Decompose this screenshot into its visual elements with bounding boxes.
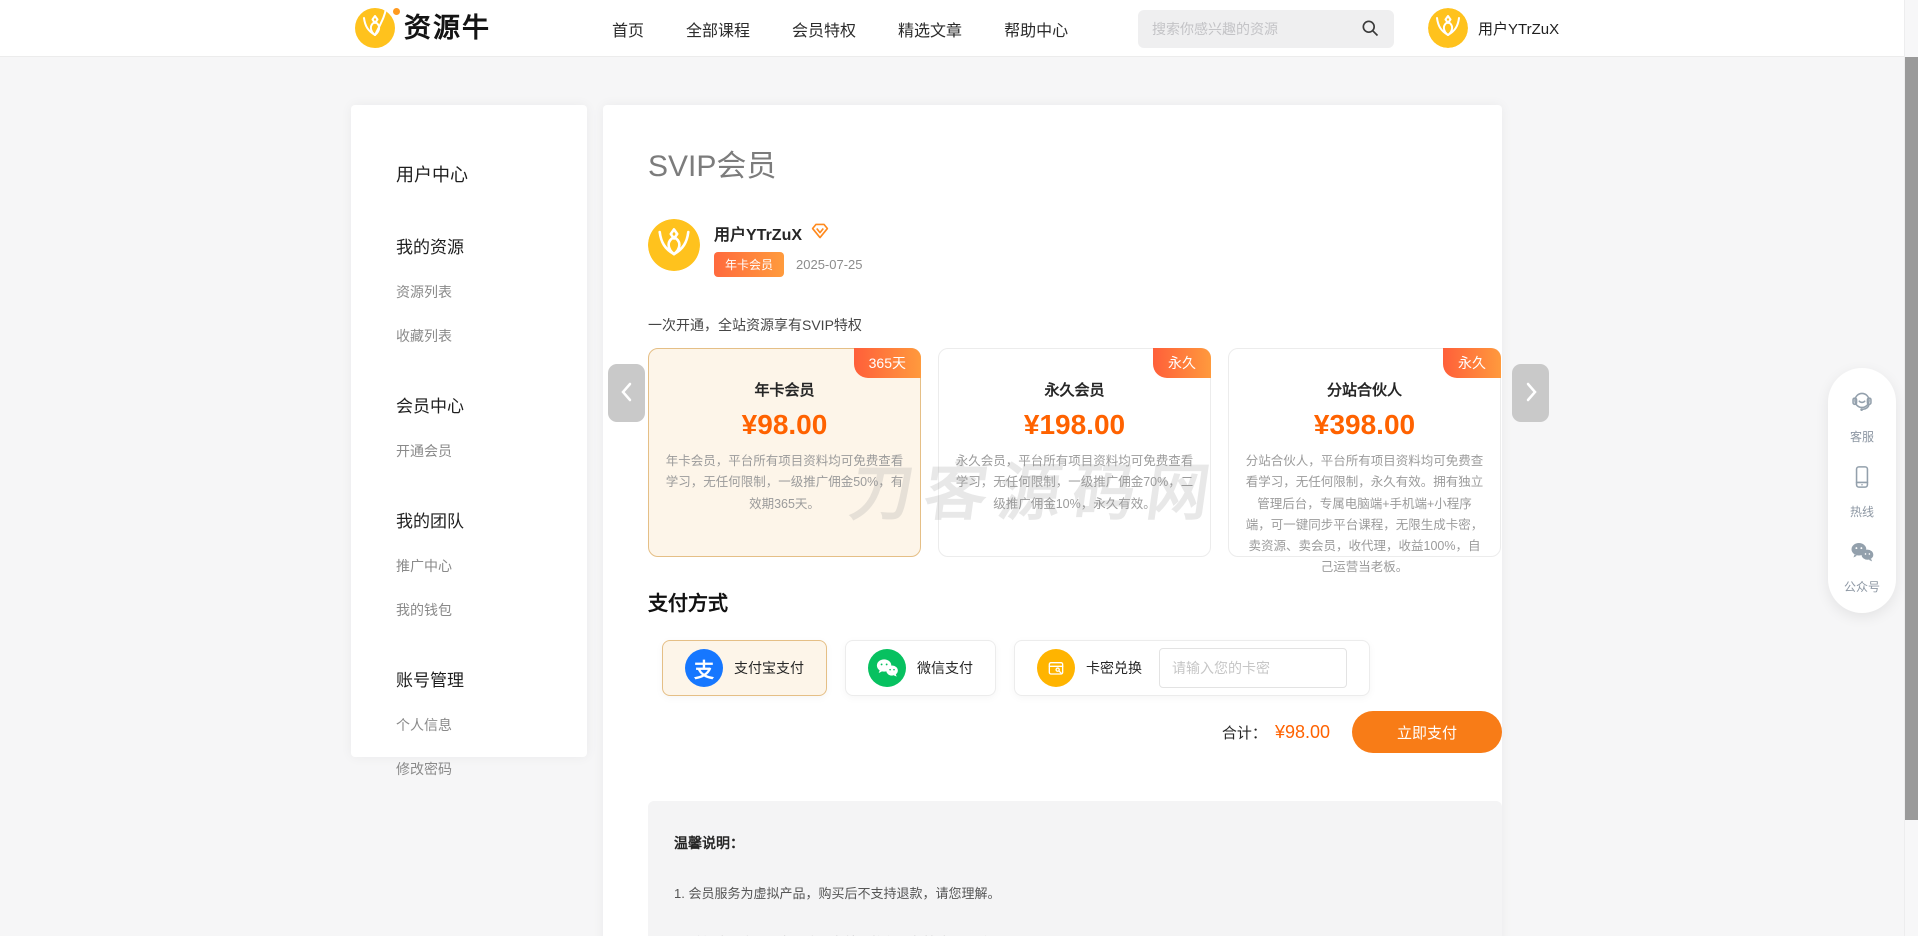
cardkey-icon <box>1037 649 1075 687</box>
member-level-badge: 年卡会员 <box>714 252 784 277</box>
member-name: 用户YTrZuX <box>714 221 802 245</box>
logo-text: 资源牛 <box>404 8 491 48</box>
plan-card-annual[interactable]: 365天 年卡会员 ¥98.00 年卡会员，平台所有项目资料均可免费查看学习，无… <box>648 348 921 557</box>
chevron-right-icon <box>1523 380 1539 407</box>
sidebar-section-title-member-center: 会员中心 <box>396 392 587 417</box>
plan-desc: 永久会员，平台所有项目资料均可免费查看学习，无任何限制，一级推广佣金70%，二级… <box>955 451 1194 515</box>
carousel-prev-button[interactable] <box>608 364 645 422</box>
sidebar-section-member-center: 会员中心 开通会员 <box>396 392 587 461</box>
plan-desc: 年卡会员，平台所有项目资料均可免费查看学习，无任何限制，一级推广佣金50%，有效… <box>665 451 904 515</box>
plan-name: 永久会员 <box>939 379 1210 400</box>
plan-name: 年卡会员 <box>649 379 920 400</box>
total-value: ¥98.00 <box>1275 722 1330 743</box>
sidebar: 用户中心 我的资源 资源列表 收藏列表 会员中心 开通会员 我的团队 推广中心 … <box>351 105 587 757</box>
page-title: SVIP会员 <box>648 141 1502 185</box>
header-user[interactable]: 用户YTrZuX <box>1428 8 1559 48</box>
user-avatar-icon <box>1428 8 1468 48</box>
sidebar-section-my-resources: 我的资源 资源列表 收藏列表 <box>396 233 587 346</box>
search-button[interactable] <box>1346 10 1394 48</box>
svip-slogan: 一次开通，全站资源享有SVIP特权 <box>648 315 1502 335</box>
site-logo[interactable]: 资源牛 <box>355 8 491 48</box>
carousel-next-button[interactable] <box>1512 364 1549 422</box>
nav-item-featured-articles[interactable]: 精选文章 <box>898 17 962 41</box>
scrollbar-track <box>1904 0 1918 936</box>
payment-methods: 支 支付宝支付 微信支付 <box>662 640 1502 696</box>
plan-tag: 永久 <box>1153 348 1211 378</box>
hotline-phone-icon <box>1848 463 1876 496</box>
notes-title: 温馨说明： <box>674 833 1476 853</box>
plan-price: ¥98.00 <box>649 409 920 441</box>
plan-card-partner[interactable]: 永久 分站合伙人 ¥398.00 分站合伙人，平台所有项目资料均可免费查看学习，… <box>1228 348 1501 557</box>
nav-item-help-center[interactable]: 帮助中心 <box>1004 17 1068 41</box>
sidebar-item-profile[interactable]: 个人信息 <box>396 715 587 735</box>
scrollbar-thumb[interactable] <box>1905 57 1918 820</box>
search-input[interactable] <box>1138 21 1346 37</box>
payment-title: 支付方式 <box>648 587 1502 616</box>
sidebar-section-title-account: 账号管理 <box>396 666 587 691</box>
note-item: 2. 重复购买会员服务，会员有效期将在原有基础上顺延。 <box>674 932 1476 936</box>
main-panel: SVIP会员 用户YTrZuX <box>603 105 1502 936</box>
vip-diamond-icon <box>810 222 830 245</box>
page: 资源牛 首页 全部课程 会员特权 精选文章 帮助中心 <box>0 0 1918 936</box>
member-avatar-icon <box>648 219 700 271</box>
payment-method-wechat[interactable]: 微信支付 <box>845 640 996 696</box>
float-panel: 客服 热线 公众号 <box>1828 368 1896 613</box>
sidebar-item-open-membership[interactable]: 开通会员 <box>396 441 587 461</box>
top-header: 资源牛 首页 全部课程 会员特权 精选文章 帮助中心 <box>0 0 1918 57</box>
chevron-left-icon <box>619 380 635 407</box>
payment-method-cardkey[interactable]: 卡密兑换 <box>1014 640 1370 696</box>
plan-desc: 分站合伙人，平台所有项目资料均可免费查看学习，无任何限制，永久有效。拥有独立管理… <box>1245 451 1484 579</box>
sidebar-section-title-my-team: 我的团队 <box>396 507 587 532</box>
float-item-official-account[interactable]: 公众号 <box>1844 538 1880 595</box>
plan-price: ¥398.00 <box>1229 409 1500 441</box>
order-summary: 合计： ¥98.00 立即支付 <box>648 711 1502 753</box>
customer-service-icon <box>1848 388 1876 421</box>
member-info: 用户YTrZuX 年卡会员 2025-07-25 <box>648 219 1502 277</box>
payment-method-alipay[interactable]: 支 支付宝支付 <box>662 640 827 696</box>
plan-name: 分站合伙人 <box>1229 379 1500 400</box>
search-icon <box>1360 18 1380 41</box>
sidebar-item-favorites-list[interactable]: 收藏列表 <box>396 326 587 346</box>
search-box <box>1138 10 1394 48</box>
note-item: 1. 会员服务为虚拟产品，购买后不支持退款，请您理解。 <box>674 883 1476 902</box>
member-expire-date: 2025-07-25 <box>796 257 863 272</box>
notes-box: 温馨说明： 1. 会员服务为虚拟产品，购买后不支持退款，请您理解。 2. 重复购… <box>648 801 1502 936</box>
sidebar-section-account: 账号管理 个人信息 修改密码 <box>396 666 587 779</box>
header-username: 用户YTrZuX <box>1478 18 1559 39</box>
main-nav: 首页 全部课程 会员特权 精选文章 帮助中心 <box>612 0 1068 57</box>
nav-item-home[interactable]: 首页 <box>612 17 644 41</box>
sidebar-item-my-wallet[interactable]: 我的钱包 <box>396 600 587 620</box>
wechat-official-account-icon <box>1848 538 1876 571</box>
float-item-customer-service[interactable]: 客服 <box>1848 388 1876 445</box>
sidebar-item-resource-list[interactable]: 资源列表 <box>396 282 587 302</box>
plan-card-lifetime[interactable]: 永久 永久会员 ¥198.00 永久会员，平台所有项目资料均可免费查看学习，无任… <box>938 348 1211 557</box>
total-label: 合计： <box>1222 722 1267 743</box>
pay-now-button[interactable]: 立即支付 <box>1352 711 1502 753</box>
plan-price: ¥198.00 <box>939 409 1210 441</box>
float-item-hotline[interactable]: 热线 <box>1848 463 1876 520</box>
logo-accent-dot <box>391 6 402 17</box>
logo-icon <box>355 8 395 48</box>
sidebar-item-promotion-center[interactable]: 推广中心 <box>396 556 587 576</box>
plan-tag: 365天 <box>854 348 921 378</box>
sidebar-section-title-my-resources: 我的资源 <box>396 233 587 258</box>
sidebar-item-change-password[interactable]: 修改密码 <box>396 759 587 779</box>
wechat-pay-icon <box>868 649 906 687</box>
sidebar-section-my-team: 我的团队 推广中心 我的钱包 <box>396 507 587 620</box>
sidebar-title: 用户中心 <box>396 161 587 187</box>
nav-item-all-courses[interactable]: 全部课程 <box>686 17 750 41</box>
cardkey-input[interactable] <box>1159 648 1347 688</box>
plan-tag: 永久 <box>1443 348 1501 378</box>
nav-item-member-privileges[interactable]: 会员特权 <box>792 17 856 41</box>
plan-list: 365天 年卡会员 ¥98.00 年卡会员，平台所有项目资料均可免费查看学习，无… <box>648 348 1502 557</box>
alipay-icon: 支 <box>685 649 723 687</box>
